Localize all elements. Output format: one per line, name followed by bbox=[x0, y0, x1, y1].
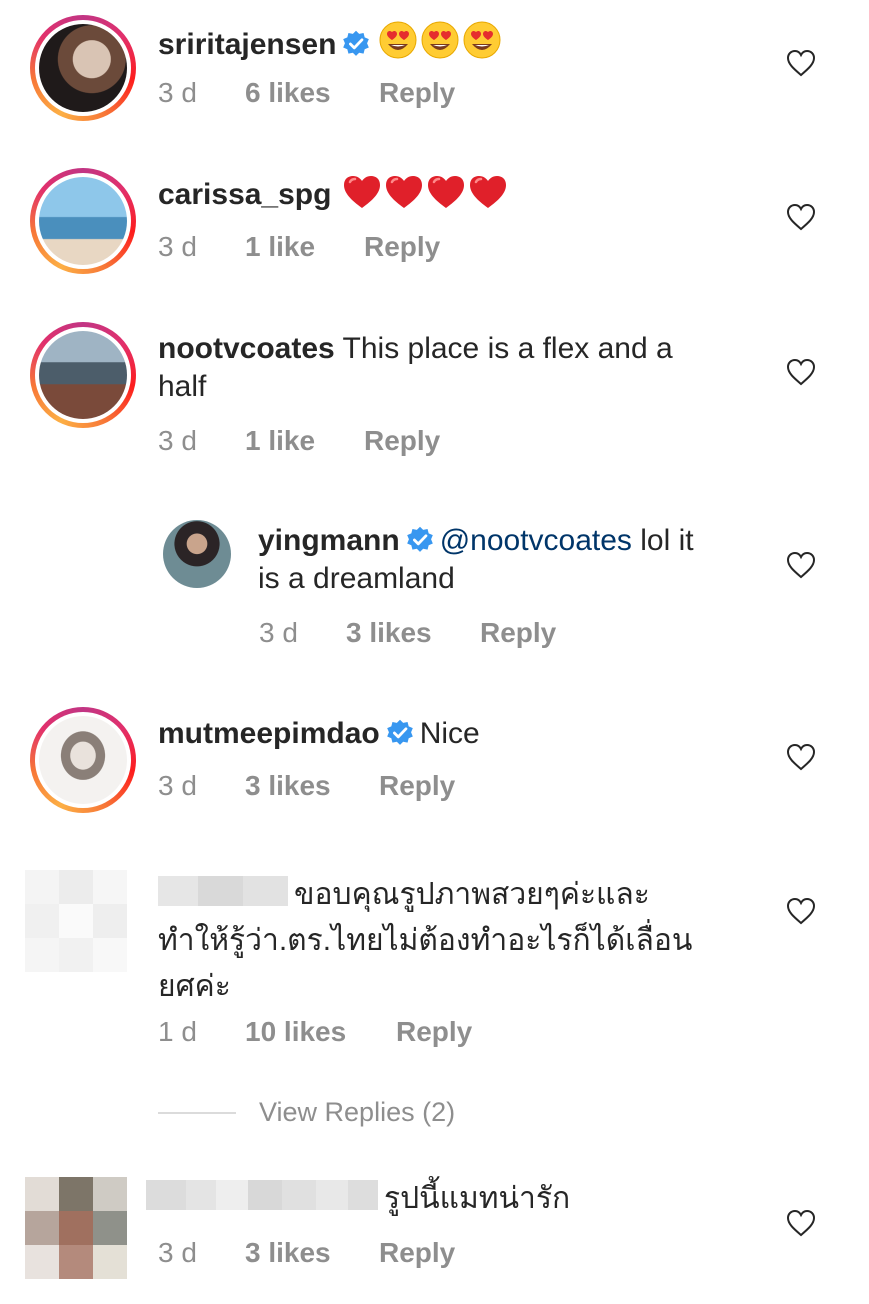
timestamp: 3 d bbox=[158, 425, 197, 456]
comment-body: Nice bbox=[419, 717, 480, 750]
avatar[interactable] bbox=[30, 168, 136, 274]
avatar[interactable] bbox=[25, 870, 127, 972]
comment-text: ขอบคุณรูปภาพสวยๆค่ะและ ทำให้รู้ว่า.ตร.ไท… bbox=[158, 872, 778, 1010]
comment-body-line2: is a dreamland bbox=[258, 562, 455, 595]
heart-icon[interactable] bbox=[786, 1209, 816, 1237]
reply-button[interactable]: Reply bbox=[379, 1235, 455, 1271]
timestamp: 1 d bbox=[158, 1016, 197, 1047]
comment-body-line2: half bbox=[158, 370, 207, 403]
comment-meta: 3 d 3 likes Reply bbox=[158, 768, 558, 804]
comment-body: ขอบคุณรูปภาพสวยๆค่ะและ bbox=[294, 878, 650, 911]
comment-text: sriritajensen bbox=[158, 20, 502, 64]
comment-meta: 3 d 3 likes Reply bbox=[158, 1235, 558, 1271]
view-replies-button[interactable]: View Replies (2) bbox=[259, 1097, 455, 1128]
blurred-username[interactable] bbox=[158, 876, 288, 906]
red-heart-emoji-icon bbox=[384, 174, 424, 210]
comment-body: This place is a flex and a bbox=[342, 332, 673, 365]
comment-meta: 3 d 1 like Reply bbox=[158, 423, 558, 459]
avatar[interactable] bbox=[25, 1177, 127, 1279]
heart-icon[interactable] bbox=[786, 203, 816, 231]
heart-icon[interactable] bbox=[786, 551, 816, 579]
view-replies-divider bbox=[158, 1112, 236, 1114]
likes-count[interactable]: 3 likes bbox=[346, 615, 432, 651]
comment-body-line2: ทำให้รู้ว่า.ตร.ไทยไม่ต้องทำอะไรก็ได้เลื่… bbox=[158, 924, 693, 957]
verified-badge-icon bbox=[342, 30, 370, 58]
red-heart-emoji-icon bbox=[342, 174, 382, 210]
comment-body-line3: ยศค่ะ bbox=[158, 970, 231, 1003]
heart-eyes-emoji-icon bbox=[378, 20, 418, 60]
timestamp: 3 d bbox=[158, 231, 197, 262]
blurred-username[interactable] bbox=[146, 1180, 378, 1210]
timestamp: 3 d bbox=[158, 77, 197, 108]
heart-eyes-emoji-icon bbox=[462, 20, 502, 60]
username[interactable]: yingmann bbox=[258, 524, 400, 557]
likes-count[interactable]: 3 likes bbox=[245, 1235, 331, 1271]
timestamp: 3 d bbox=[158, 770, 197, 801]
reply-button[interactable]: Reply bbox=[364, 229, 440, 265]
comment-meta: 1 d 10 likes Reply bbox=[158, 1014, 558, 1050]
likes-count[interactable]: 3 likes bbox=[245, 768, 331, 804]
heart-icon[interactable] bbox=[786, 743, 816, 771]
timestamp: 3 d bbox=[259, 617, 298, 648]
reply-button[interactable]: Reply bbox=[364, 423, 440, 459]
comment-text: yingmann @nootvcoates lol it is a dreamla… bbox=[258, 522, 758, 598]
heart-icon[interactable] bbox=[786, 358, 816, 386]
username[interactable]: nootvcoates bbox=[158, 332, 335, 365]
username[interactable]: sriritajensen bbox=[158, 28, 336, 61]
username[interactable]: mutmeepimdao bbox=[158, 717, 380, 750]
heart-icon[interactable] bbox=[786, 49, 816, 77]
reply-button[interactable]: Reply bbox=[379, 768, 455, 804]
verified-badge-icon bbox=[406, 526, 434, 554]
comment-meta: 3 d 1 like Reply bbox=[158, 229, 558, 265]
heart-eyes-emoji-icon bbox=[420, 20, 460, 60]
mention-link[interactable]: @nootvcoates bbox=[440, 524, 632, 557]
avatar[interactable] bbox=[30, 15, 136, 121]
heart-icon[interactable] bbox=[786, 897, 816, 925]
verified-badge-icon bbox=[386, 719, 414, 747]
reply-button[interactable]: Reply bbox=[396, 1014, 472, 1050]
comment-text: mutmeepimdao Nice bbox=[158, 715, 480, 753]
avatar[interactable] bbox=[30, 322, 136, 428]
reply-button[interactable]: Reply bbox=[480, 615, 556, 651]
comment-body: รูปนี้แมทน่ารัก bbox=[384, 1182, 571, 1215]
comment-text: nootvcoates This place is a flex and a h… bbox=[158, 330, 758, 406]
likes-count[interactable]: 6 likes bbox=[245, 75, 331, 111]
comment-body: lol it bbox=[640, 524, 694, 557]
comment-text: รูปนี้แมทน่ารัก bbox=[146, 1180, 766, 1218]
avatar[interactable] bbox=[163, 520, 231, 588]
comment-text: carissa_spg bbox=[158, 174, 508, 214]
comment-meta: 3 d 3 likes Reply bbox=[259, 615, 659, 651]
likes-count[interactable]: 1 like bbox=[245, 423, 315, 459]
likes-count[interactable]: 1 like bbox=[245, 229, 315, 265]
red-heart-emoji-icon bbox=[468, 174, 508, 210]
timestamp: 3 d bbox=[158, 1237, 197, 1268]
red-heart-emoji-icon bbox=[426, 174, 466, 210]
avatar[interactable] bbox=[30, 707, 136, 813]
reply-button[interactable]: Reply bbox=[379, 75, 455, 111]
likes-count[interactable]: 10 likes bbox=[245, 1014, 346, 1050]
username[interactable]: carissa_spg bbox=[158, 178, 331, 211]
comment-meta: 3 d 6 likes Reply bbox=[158, 75, 558, 111]
